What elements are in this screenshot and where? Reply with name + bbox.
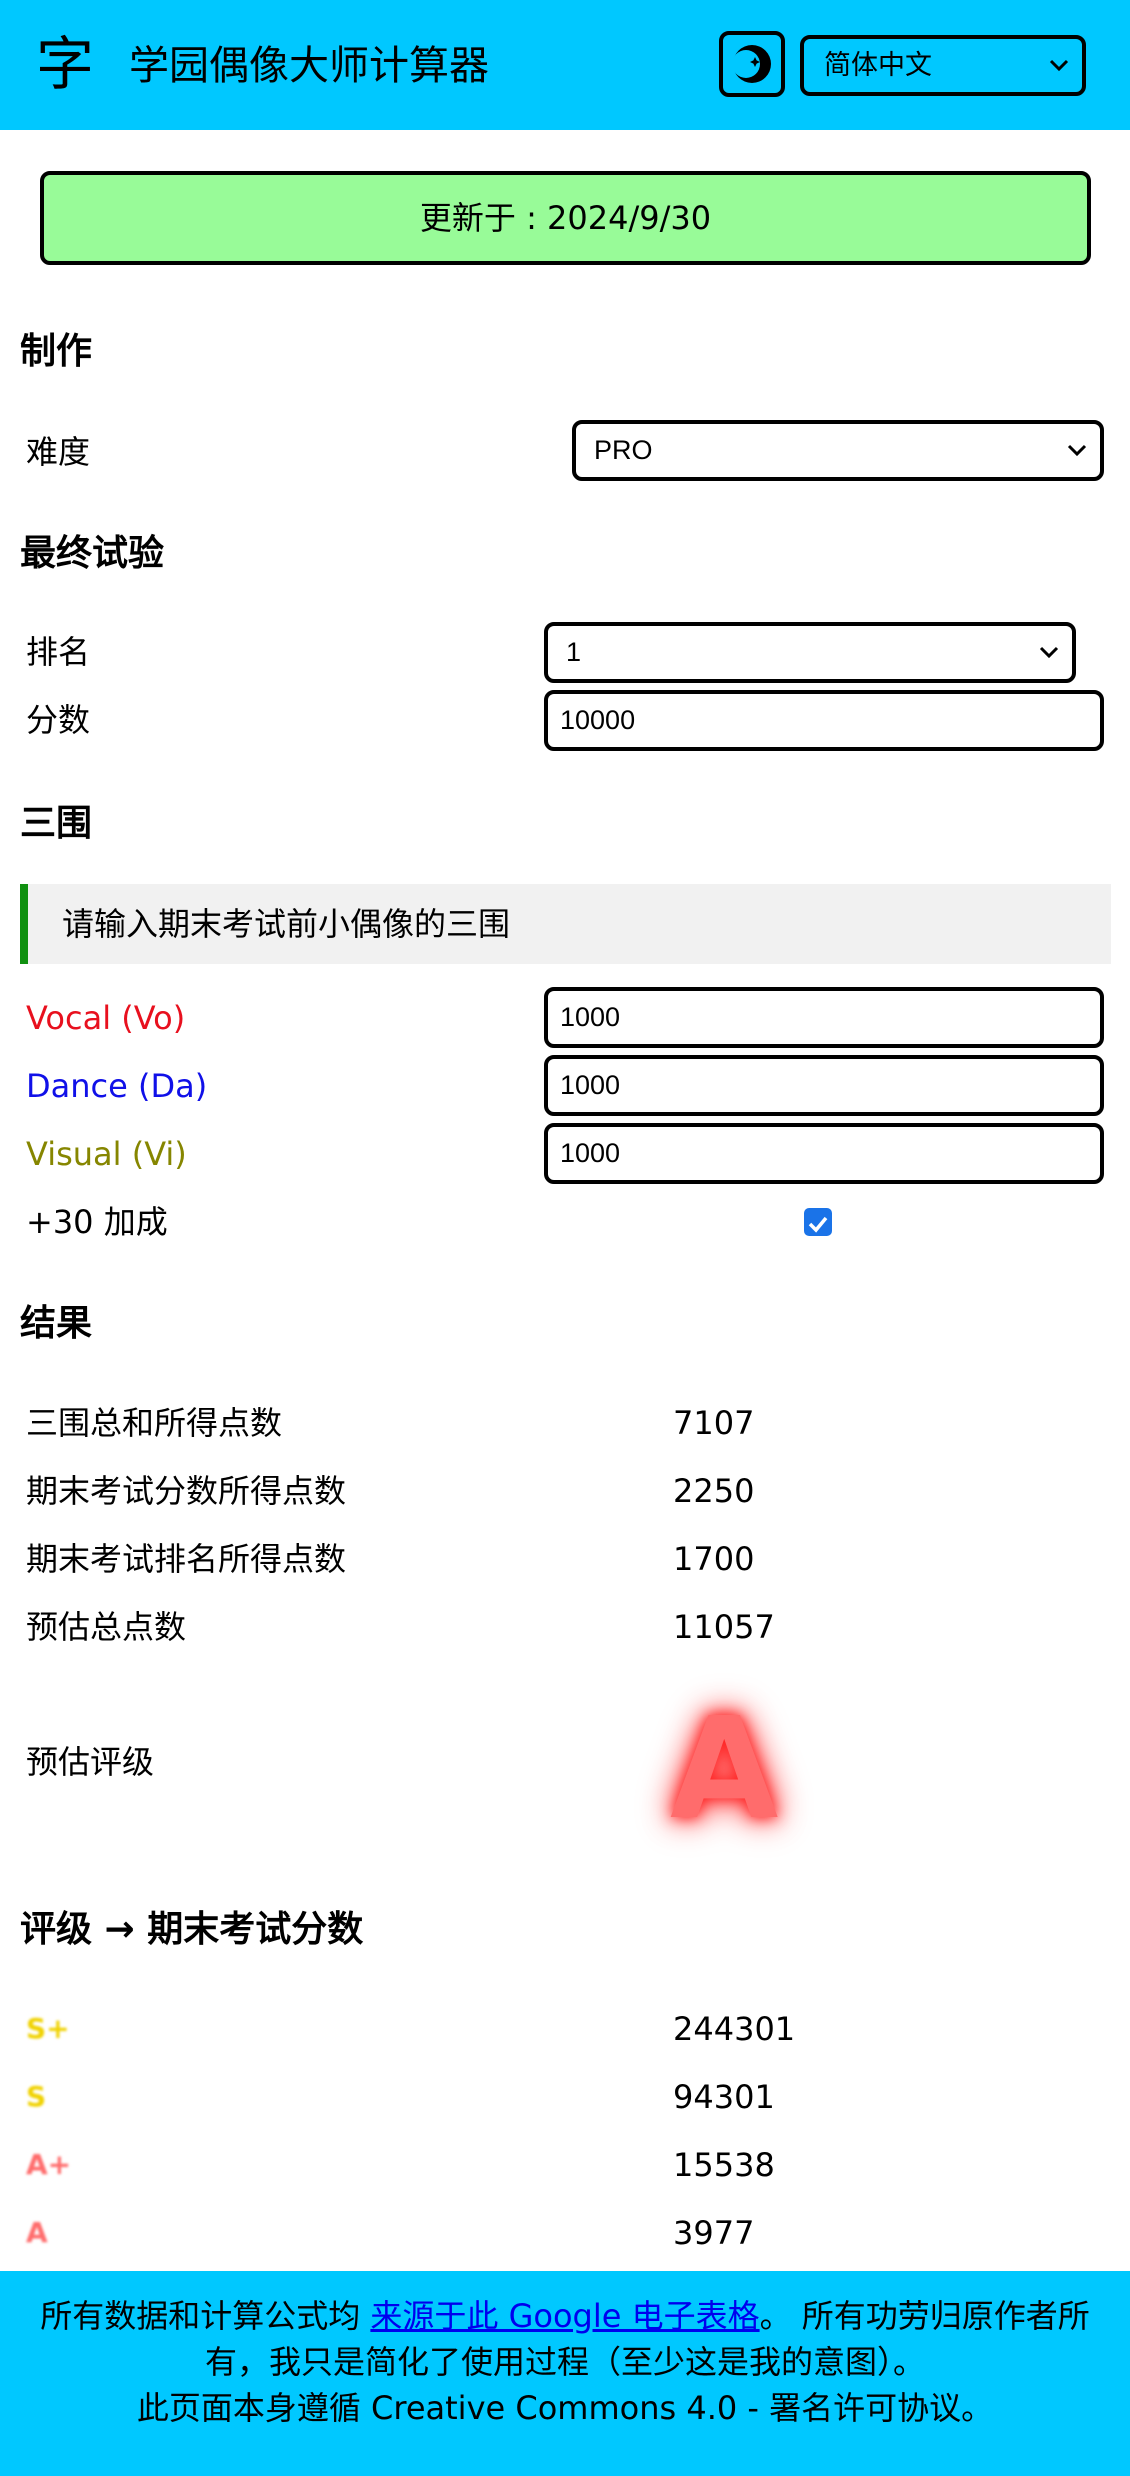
logo-icon: 字 [36, 30, 95, 98]
visual-label: Visual (Vi) [26, 1135, 187, 1173]
result-value: 7107 [673, 1404, 755, 1442]
difficulty-select-value: PRO [594, 435, 653, 465]
difficulty-label: 难度 [26, 433, 91, 471]
moon-icon [732, 45, 771, 83]
dance-label: Dance (Da) [26, 1067, 208, 1105]
score-input[interactable]: 10000 [544, 690, 1104, 751]
result-value: 11057 [673, 1608, 775, 1646]
bonus-label: +30 加成 [26, 1203, 168, 1241]
license-text: 此页面本身遵循 Creative Commons 4.0 - 署名许可协议。 [136, 2389, 994, 2427]
chevron-down-icon [1049, 59, 1069, 72]
chevron-down-icon [1067, 444, 1087, 457]
grade-badge: A+ [26, 2148, 72, 2181]
grade-label: 预估评级 [26, 1743, 155, 1781]
score-label: 分数 [26, 701, 91, 739]
grade-score: 244301 [673, 2010, 796, 2048]
result-value: 2250 [673, 1472, 755, 1510]
final-exam-heading: 最终试验 [20, 533, 165, 574]
vocal-input[interactable]: 1000 [544, 987, 1104, 1048]
bonus-checkbox[interactable] [804, 1208, 832, 1236]
footer: 所有数据和计算公式均 来源于此 Google 电子表格。 所有功劳归原作者所有，… [0, 2271, 1130, 2476]
grade-table-heading: 评级 → 期末考试分数 [20, 1909, 364, 1950]
grade-score: 94301 [673, 2078, 775, 2116]
result-label: 三围总和所得点数 [26, 1404, 283, 1442]
estimated-grade: A [670, 1688, 779, 1851]
chevron-down-icon [1039, 646, 1059, 659]
check-icon [808, 1216, 828, 1233]
update-banner: 更新于 : 2024/9/30 [40, 171, 1091, 265]
stats-heading: 三围 [20, 803, 93, 844]
result-label: 期末考试分数所得点数 [26, 1472, 347, 1510]
language-select-value: 简体中文 [824, 50, 932, 81]
difficulty-select[interactable]: PRO [572, 420, 1104, 481]
spreadsheet-link[interactable]: 来源于此 Google 电子表格 [370, 2297, 759, 2335]
visual-input[interactable]: 1000 [544, 1123, 1104, 1184]
language-select[interactable]: 简体中文 [800, 35, 1086, 96]
results-heading: 结果 [20, 1303, 93, 1344]
theme-toggle-button[interactable] [719, 31, 785, 97]
footer-text: 所有数据和计算公式均 [40, 2297, 371, 2335]
grade-score: 3977 [673, 2214, 755, 2252]
rank-label: 排名 [26, 633, 91, 671]
grade-score: 15538 [673, 2146, 775, 2184]
grade-badge: S+ [26, 2012, 70, 2045]
grade-badge: A [26, 2216, 48, 2249]
stats-note: 请输入期末考试前小偶像的三围 [20, 884, 1111, 964]
result-label: 预估总点数 [26, 1608, 187, 1646]
rank-select[interactable]: 1 [544, 622, 1076, 683]
app-header: 字 学园偶像大师计算器 简体中文 [0, 0, 1130, 130]
result-value: 1700 [673, 1540, 755, 1578]
result-label: 期末考试排名所得点数 [26, 1540, 347, 1578]
rank-select-value: 1 [566, 637, 582, 667]
vocal-label: Vocal (Vo) [26, 999, 186, 1037]
dance-input[interactable]: 1000 [544, 1055, 1104, 1116]
app-title: 学园偶像大师计算器 [129, 43, 489, 89]
production-heading: 制作 [20, 331, 93, 372]
grade-badge: S [26, 2080, 47, 2113]
